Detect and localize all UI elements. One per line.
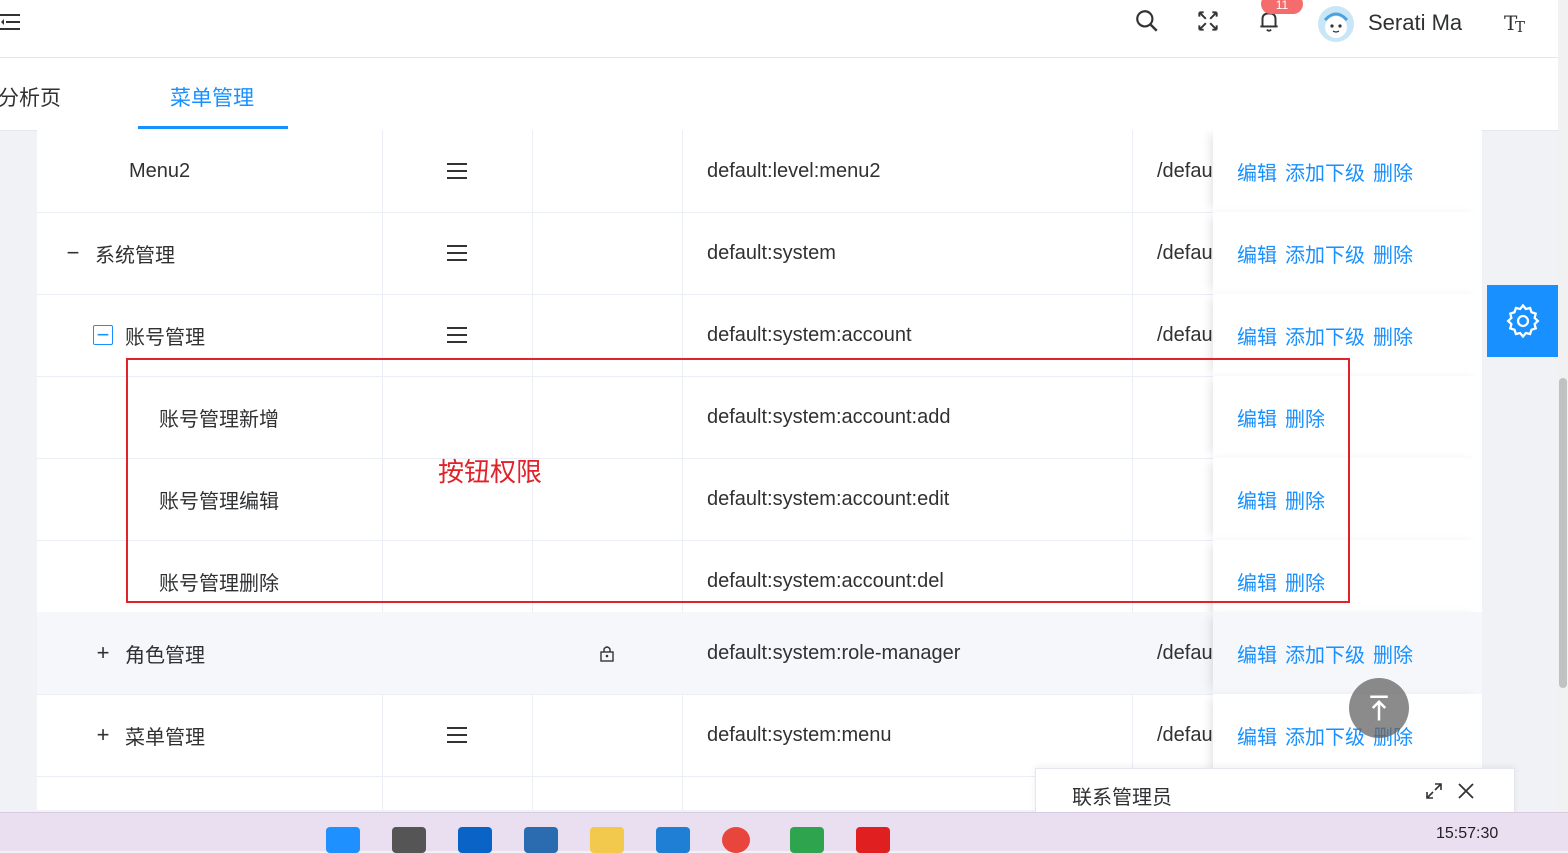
os-taskbar: 15:57:30	[0, 812, 1568, 853]
table-row[interactable]: 账号管理删除 default:system:account:del 编辑 删除	[37, 540, 1482, 623]
annotation-label: 按钮权限	[438, 457, 543, 487]
notification-badge: 11	[1261, 0, 1303, 14]
delete-link[interactable]: 删除	[1373, 157, 1413, 186]
edit-link[interactable]: 编辑	[1237, 403, 1277, 432]
permission-code: default:system:account:edit	[707, 487, 950, 510]
permission-code: default:system:account:add	[707, 405, 951, 428]
menu-name: 账号管理编辑	[159, 490, 279, 513]
permission-code: default:system	[707, 241, 836, 264]
table-row[interactable]: + 角色管理 default:system:role-manager /defa…	[37, 612, 1482, 695]
search-icon[interactable]	[1134, 8, 1160, 34]
route-path: /defau	[1157, 241, 1213, 264]
edit-link[interactable]: 编辑	[1237, 321, 1277, 350]
add-child-link[interactable]: 添加下级	[1285, 321, 1365, 350]
fullscreen-icon[interactable]	[1195, 8, 1221, 34]
svg-text:T: T	[1515, 18, 1525, 36]
edit-link[interactable]: 编辑	[1237, 721, 1277, 750]
delete-link[interactable]: 删除	[1373, 239, 1413, 268]
permission-code: default:system:menu	[707, 723, 892, 746]
active-tab-indicator	[138, 126, 288, 129]
expand-icon[interactable]	[1424, 781, 1444, 801]
edit-link[interactable]: 编辑	[1237, 157, 1277, 186]
menu-name: 角色管理	[125, 644, 205, 667]
add-child-link[interactable]: 添加下级	[1285, 721, 1365, 750]
vscode-icon[interactable]	[656, 827, 690, 853]
permission-code: default:system:role-manager	[707, 641, 961, 664]
outlook-icon[interactable]	[458, 827, 492, 853]
delete-link[interactable]: 删除	[1285, 567, 1325, 596]
delete-link[interactable]: 删除	[1285, 485, 1325, 514]
menu-name: 菜单管理	[125, 726, 205, 749]
top-header: 11 Serati Ma T T	[0, 0, 1558, 58]
menu-icon	[447, 163, 467, 179]
menu-name: 账号管理	[125, 326, 205, 349]
chrome-icon[interactable]	[722, 827, 750, 853]
gear-icon	[1506, 304, 1540, 338]
table-row[interactable]: Menu2 default:level:menu2 /defau 编辑 添加下级…	[37, 130, 1482, 213]
menu-name: 账号管理删除	[159, 572, 279, 595]
calculator-icon[interactable]	[524, 827, 558, 853]
app-icon[interactable]	[790, 827, 824, 853]
contact-admin-title: 联系管理员	[1072, 787, 1172, 809]
menu-name: 系统管理	[95, 244, 175, 267]
windows-start-icon[interactable]	[326, 827, 360, 853]
username[interactable]: Serati Ma	[1368, 10, 1462, 36]
back-to-top-button[interactable]	[1349, 678, 1409, 738]
permission-code: default:system:account	[707, 323, 912, 346]
add-child-link[interactable]: 添加下级	[1285, 157, 1365, 186]
table-row[interactable]: 账号管理编辑 default:system:account:edit 编辑 删除	[37, 458, 1482, 541]
menu-name: 账号管理新增	[159, 408, 279, 431]
table-row[interactable]: + 菜单管理 default:system:menu /defau 编辑 添加下…	[37, 694, 1482, 777]
route-path: /defau	[1157, 323, 1213, 346]
table-row[interactable]: − 系统管理 default:system /defau 编辑 添加下级 删除	[37, 212, 1482, 295]
route-path: /defau	[1157, 723, 1213, 746]
page-tabs: 分析页 菜单管理	[0, 58, 1558, 131]
table-row[interactable]: 账号管理新增 default:system:account:add 编辑 删除	[37, 376, 1482, 459]
menu-icon	[447, 245, 467, 261]
edit-link[interactable]: 编辑	[1237, 639, 1277, 668]
collapse-icon[interactable]: −	[93, 324, 113, 346]
permission-code: default:system:account:del	[707, 569, 944, 592]
route-path: /defau	[1157, 641, 1213, 664]
lock-icon	[600, 646, 614, 662]
font-size-icon[interactable]: T T	[1504, 10, 1530, 36]
scrollbar-thumb[interactable]	[1559, 378, 1567, 688]
arrow-up-icon	[1370, 695, 1388, 721]
edit-link[interactable]: 编辑	[1237, 239, 1277, 268]
close-icon[interactable]	[1456, 781, 1476, 801]
tab-menu-management[interactable]: 菜单管理	[170, 82, 254, 112]
edit-link[interactable]: 编辑	[1237, 485, 1277, 514]
taskbar-clock: 15:57:30	[1436, 825, 1499, 842]
avatar[interactable]	[1318, 6, 1354, 42]
table-row[interactable]: − 账号管理 default:system:account /defau 编辑 …	[37, 294, 1482, 377]
app-icon[interactable]	[392, 827, 426, 853]
tab-analysis[interactable]: 分析页	[0, 82, 61, 112]
delete-link[interactable]: 删除	[1285, 403, 1325, 432]
collapse-icon[interactable]: −	[63, 242, 83, 264]
permission-code: default:level:menu2	[707, 159, 881, 182]
app-icon[interactable]	[856, 827, 890, 853]
menu-icon	[447, 327, 467, 343]
add-child-link[interactable]: 添加下级	[1285, 639, 1365, 668]
edit-link[interactable]: 编辑	[1237, 567, 1277, 596]
menu-table: Menu2 default:level:menu2 /defau 编辑 添加下级…	[37, 130, 1482, 810]
expand-icon[interactable]: +	[93, 642, 113, 664]
menu-name: Menu2	[129, 159, 191, 182]
delete-link[interactable]: 删除	[1373, 639, 1413, 668]
contact-admin-panel[interactable]: 联系管理员	[1035, 768, 1515, 814]
add-child-link[interactable]: 添加下级	[1285, 239, 1365, 268]
settings-button[interactable]	[1487, 285, 1559, 357]
folder-icon[interactable]	[590, 827, 624, 853]
route-path: /defau	[1157, 159, 1213, 182]
menu-fold-icon[interactable]	[0, 10, 24, 34]
delete-link[interactable]: 删除	[1373, 321, 1413, 350]
expand-icon[interactable]: +	[93, 724, 113, 746]
menu-icon	[447, 727, 467, 743]
